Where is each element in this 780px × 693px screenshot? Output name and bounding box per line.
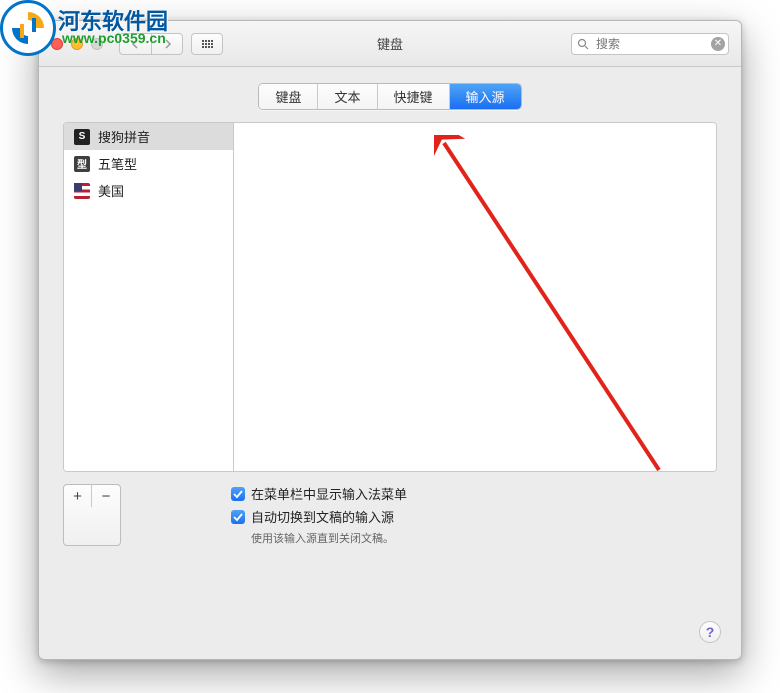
content-area: S 搜狗拼音 型 五笔型 美国	[39, 122, 741, 562]
checkbox-label: 自动切换到文稿的输入源	[251, 507, 394, 526]
source-label: 搜狗拼音	[98, 127, 150, 146]
titlebar: 键盘 ✕	[39, 21, 741, 67]
show-in-menubar-checkbox[interactable]	[231, 487, 245, 501]
checkbox-row: 在菜单栏中显示输入法菜单	[231, 484, 407, 503]
search-field[interactable]: ✕	[571, 33, 729, 55]
add-source-button[interactable]: +	[64, 485, 92, 507]
tab-input-sources[interactable]: 输入源	[450, 84, 521, 109]
forward-button[interactable]	[151, 33, 183, 55]
back-button[interactable]	[119, 33, 151, 55]
minimize-button[interactable]	[71, 38, 83, 50]
sogou-icon: S	[74, 129, 90, 145]
options-group: 在菜单栏中显示输入法菜单 自动切换到文稿的输入源 使用该输入源直到关闭文稿。	[231, 484, 407, 546]
tab-bar: 键盘 文本 快捷键 输入源	[39, 67, 741, 122]
check-icon	[233, 489, 243, 499]
sources-panel: S 搜狗拼音 型 五笔型 美国	[63, 122, 717, 472]
tab-text[interactable]: 文本	[318, 84, 377, 109]
input-source-list[interactable]: S 搜狗拼音 型 五笔型 美国	[64, 123, 234, 471]
search-input[interactable]	[571, 33, 729, 55]
remove-source-button[interactable]: −	[92, 485, 120, 507]
chevron-right-icon	[162, 39, 172, 49]
nav-buttons	[119, 33, 183, 55]
close-button[interactable]	[51, 38, 63, 50]
help-button[interactable]: ?	[699, 621, 721, 643]
clear-search-button[interactable]: ✕	[711, 37, 725, 51]
search-icon	[577, 38, 589, 50]
check-icon	[233, 512, 243, 522]
list-item[interactable]: 美国	[64, 177, 233, 204]
list-item[interactable]: 型 五笔型	[64, 150, 233, 177]
chevron-left-icon	[131, 39, 141, 49]
controls-row: + − 在菜单栏中显示输入法菜单 自动切换到文稿的输入源 使用该输入源直到关闭文…	[63, 484, 717, 546]
tab-shortcuts[interactable]: 快捷键	[378, 84, 450, 109]
preferences-window: 键盘 ✕ 键盘 文本 快捷键 输入源 S 搜狗拼音 型 五笔型	[38, 20, 742, 660]
source-label: 五笔型	[98, 154, 137, 173]
source-detail-pane	[234, 123, 716, 471]
window-controls	[51, 38, 103, 50]
wubi-icon: 型	[74, 156, 90, 172]
show-all-button[interactable]	[191, 33, 223, 55]
us-flag-icon	[74, 183, 90, 199]
add-remove-control: + −	[63, 484, 121, 546]
segmented-control: 键盘 文本 快捷键 输入源	[258, 83, 521, 110]
checkbox-label: 在菜单栏中显示输入法菜单	[251, 484, 407, 503]
checkbox-row: 自动切换到文稿的输入源	[231, 507, 407, 526]
tab-keyboard[interactable]: 键盘	[259, 84, 318, 109]
zoom-button[interactable]	[91, 38, 103, 50]
source-label: 美国	[98, 181, 124, 200]
window-title: 键盘	[377, 34, 403, 53]
auto-switch-checkbox[interactable]	[231, 510, 245, 524]
option-hint: 使用该输入源直到关闭文稿。	[251, 530, 407, 546]
grid-icon	[202, 40, 213, 48]
annotation-arrow	[434, 135, 664, 472]
list-item[interactable]: S 搜狗拼音	[64, 123, 233, 150]
